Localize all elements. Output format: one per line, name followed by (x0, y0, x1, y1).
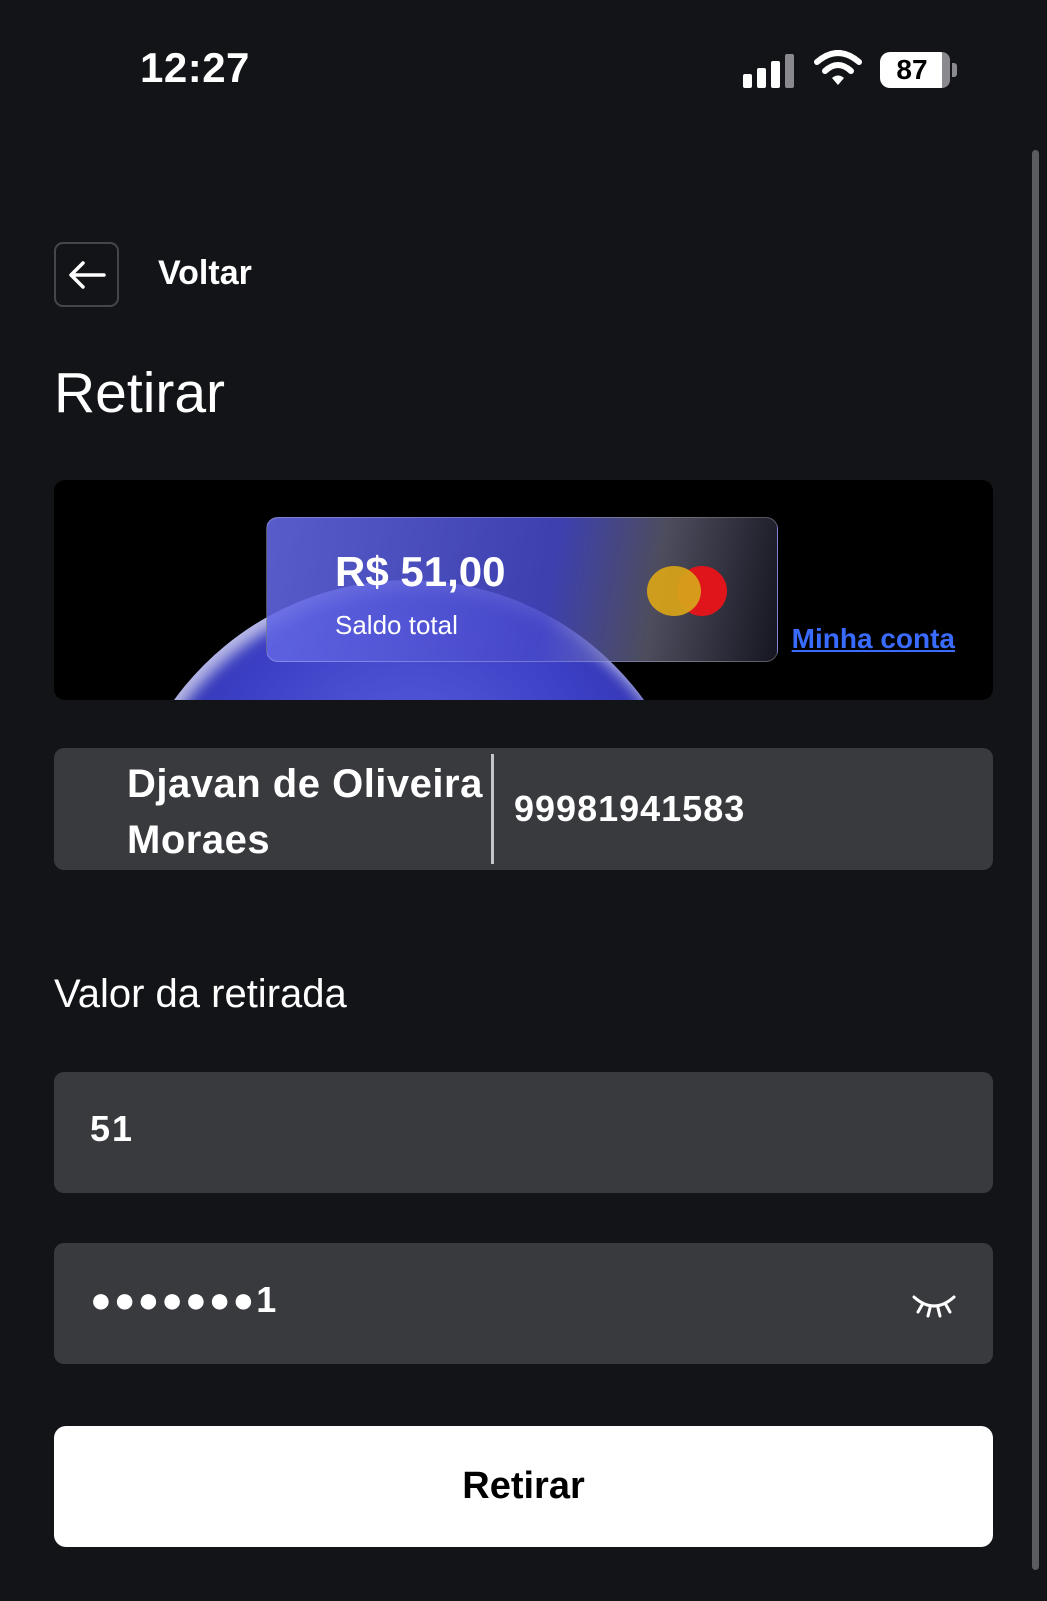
balance-card: R$ 51,00 Saldo total (266, 517, 778, 662)
wifi-icon (814, 50, 862, 85)
eye-closed-icon[interactable] (911, 1285, 957, 1321)
amount-input-value[interactable]: 51 (90, 1108, 134, 1150)
divider (491, 754, 494, 864)
password-input[interactable]: ●●●●●●●1 (54, 1243, 993, 1364)
balance-banner: R$ 51,00 Saldo total Minha conta (54, 480, 993, 700)
status-time: 12:27 (140, 44, 250, 91)
mastercard-logo (647, 566, 731, 616)
account-holder-name: Djavan de Oliveira Moraes (127, 762, 483, 862)
battery-level: 87 (896, 54, 928, 85)
battery-icon: 87 (880, 52, 957, 88)
withdraw-amount-label: Valor da retirada (54, 972, 347, 1016)
withdraw-submit-button[interactable]: Retirar (54, 1426, 993, 1547)
arrow-left-icon (68, 260, 106, 289)
account-info: Djavan de Oliveira Moraes 99981941583 (54, 748, 993, 870)
back-button[interactable] (54, 242, 119, 307)
cellular-signal-icon (743, 54, 797, 88)
scrollbar[interactable] (1032, 150, 1039, 1570)
amount-input[interactable]: 51 (54, 1072, 993, 1193)
password-input-value[interactable]: ●●●●●●●1 (90, 1279, 278, 1321)
balance-amount: R$ 51,00 (335, 548, 506, 595)
back-label[interactable]: Voltar (158, 254, 252, 293)
page-title: Retirar (54, 361, 226, 425)
account-number: 99981941583 (514, 788, 746, 829)
my-account-link[interactable]: Minha conta (792, 623, 955, 655)
balance-label: Saldo total (335, 610, 458, 640)
